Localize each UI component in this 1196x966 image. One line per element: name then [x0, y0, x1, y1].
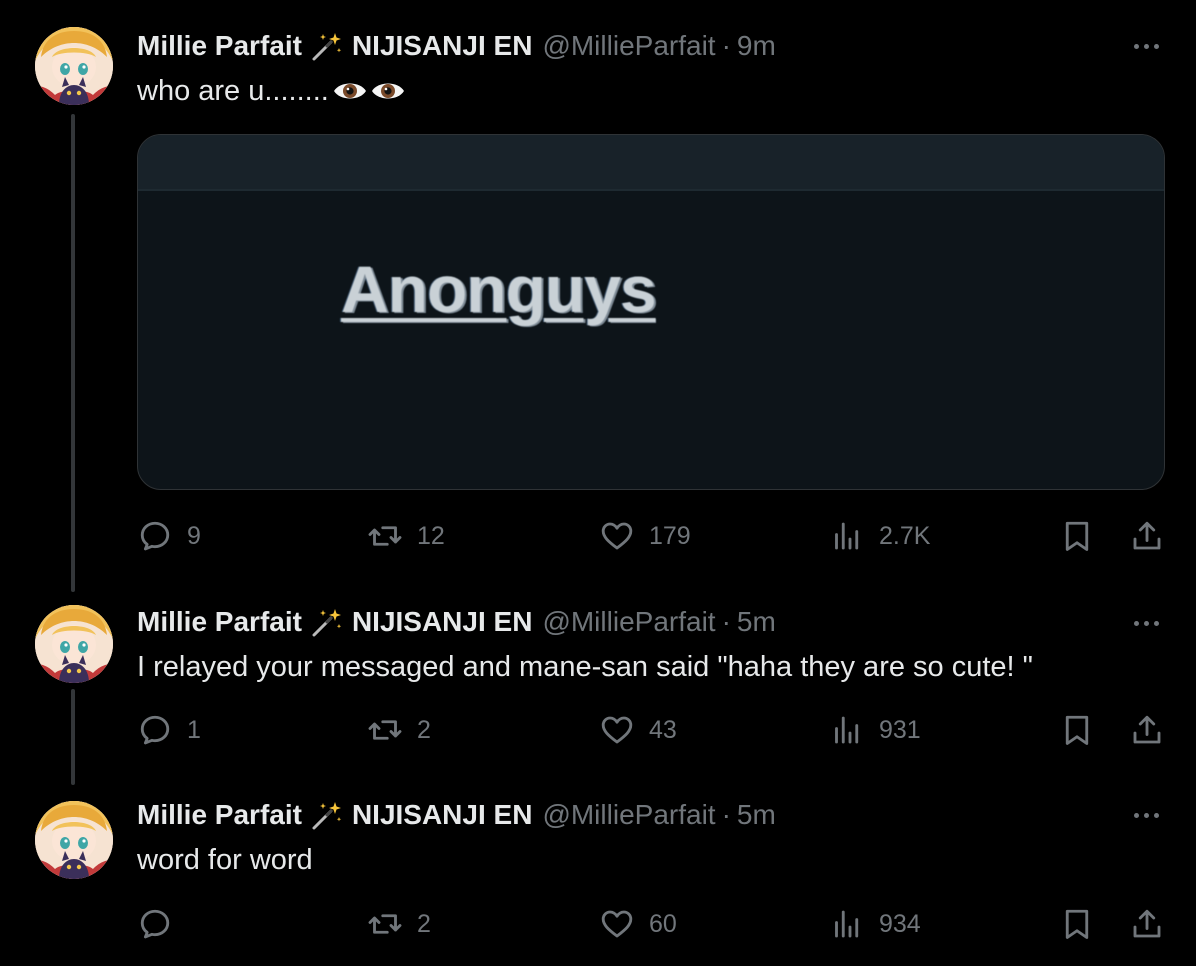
- media-divider: [138, 189, 1164, 191]
- bookmark-icon: [1065, 521, 1089, 551]
- thread-connector-line: [71, 689, 75, 785]
- reply-count: 9: [187, 521, 201, 550]
- retweet-button[interactable]: 12: [367, 516, 445, 556]
- retweet-icon: [368, 720, 402, 740]
- timestamp[interactable]: 5m: [737, 604, 776, 640]
- share-icon: [1133, 909, 1161, 938]
- like-button[interactable]: 43: [599, 710, 677, 750]
- like-button[interactable]: 179: [599, 516, 691, 556]
- display-name[interactable]: Millie Parfait: [137, 797, 302, 833]
- tweet[interactable]: Millie Parfait NIJISANJI EN @MillieParfa…: [0, 774, 1196, 966]
- magic-wand-icon: [310, 606, 344, 638]
- reply-button[interactable]: 1: [137, 710, 201, 750]
- tweet[interactable]: Millie Parfait NIJISANJI EN @MillieParfa…: [0, 578, 1196, 785]
- retweet-button[interactable]: 2: [367, 710, 431, 750]
- media-image[interactable]: Anonguys: [137, 134, 1165, 490]
- tweet-text: who are u........: [137, 73, 405, 109]
- like-button[interactable]: 60: [599, 904, 677, 944]
- tweet-text: I relayed your messaged and mane-san sai…: [137, 651, 1033, 683]
- bookmark-icon: [1065, 909, 1089, 939]
- avatar[interactable]: [35, 27, 113, 105]
- reply-button[interactable]: 9: [137, 516, 201, 556]
- tweet-text: word for word: [137, 844, 313, 876]
- tweet-text-content: who are u........: [137, 75, 329, 107]
- media-header-bar: [138, 135, 1164, 189]
- bookmark-icon: [1065, 715, 1089, 745]
- share-button[interactable]: [1129, 516, 1165, 556]
- heart-icon: [601, 716, 633, 744]
- views-button[interactable]: 2.7K: [829, 516, 930, 556]
- share-button[interactable]: [1129, 710, 1165, 750]
- timestamp[interactable]: 9m: [737, 28, 776, 64]
- like-count: 43: [649, 715, 677, 744]
- eye-icon: [371, 83, 404, 99]
- share-icon: [1133, 521, 1161, 550]
- retweet-count: 2: [417, 909, 431, 938]
- action-bar: 9 12 179 2.7K: [137, 516, 1167, 556]
- more-icon[interactable]: [1128, 36, 1164, 56]
- views-icon: [835, 716, 859, 744]
- user-handle[interactable]: @MillieParfait: [542, 28, 715, 64]
- bookmark-button[interactable]: [1059, 904, 1095, 944]
- more-icon[interactable]: [1128, 805, 1164, 825]
- display-name[interactable]: Millie Parfait: [137, 604, 302, 640]
- heart-icon: [601, 910, 633, 938]
- view-count: 931: [879, 715, 921, 744]
- affiliation-label: NIJISANJI EN: [351, 606, 533, 637]
- avatar[interactable]: [35, 801, 113, 879]
- eye-icon: [333, 83, 366, 99]
- affiliation-label: NIJISANJI EN: [351, 30, 533, 61]
- thread-connector-line: [71, 114, 75, 592]
- views-button[interactable]: 931: [829, 710, 921, 750]
- eyes-emoji: [333, 79, 405, 103]
- reply-icon: [140, 521, 170, 551]
- tweet[interactable]: Millie Parfait NIJISANJI EN @MillieParfa…: [0, 0, 1196, 592]
- action-bar: 2 60 934: [137, 904, 1167, 944]
- tweet-header: Millie Parfait NIJISANJI EN @MillieParfa…: [137, 797, 776, 833]
- separator-dot: ·: [721, 606, 731, 637]
- reply-count: 1: [187, 715, 201, 744]
- reply-icon: [140, 909, 170, 939]
- bookmark-button[interactable]: [1059, 710, 1095, 750]
- view-count: 934: [879, 909, 921, 938]
- user-handle[interactable]: @MillieParfait: [542, 797, 715, 833]
- media-image-text: Anonguys: [341, 252, 657, 326]
- user-handle[interactable]: @MillieParfait: [542, 604, 715, 640]
- share-button[interactable]: [1129, 904, 1165, 944]
- like-count: 60: [649, 909, 677, 938]
- retweet-count: 12: [417, 521, 445, 550]
- view-count: 2.7K: [879, 521, 931, 550]
- reply-icon: [140, 715, 170, 745]
- display-name[interactable]: Millie Parfait: [137, 28, 302, 64]
- views-button[interactable]: 934: [829, 904, 921, 944]
- views-icon: [835, 522, 859, 550]
- bookmark-button[interactable]: [1059, 516, 1095, 556]
- retweet-icon: [368, 526, 402, 546]
- separator-dot: ·: [721, 799, 731, 830]
- tweet-thread: Millie Parfait NIJISANJI EN @MillieParfa…: [0, 0, 1196, 966]
- affiliation-label: NIJISANJI EN: [351, 799, 533, 830]
- like-count: 179: [649, 521, 691, 550]
- magic-wand-icon: [310, 799, 344, 831]
- retweet-button[interactable]: 2: [367, 904, 431, 944]
- tweet-header: Millie Parfait NIJISANJI EN @MillieParfa…: [137, 28, 776, 64]
- share-icon: [1133, 715, 1161, 744]
- timestamp[interactable]: 5m: [737, 797, 776, 833]
- views-icon: [835, 910, 859, 938]
- retweet-count: 2: [417, 715, 431, 744]
- retweet-icon: [368, 914, 402, 934]
- reply-button[interactable]: [137, 904, 187, 944]
- separator-dot: ·: [721, 30, 731, 61]
- more-icon[interactable]: [1128, 613, 1164, 633]
- action-bar: 1 2 43 931: [137, 710, 1167, 750]
- tweet-header: Millie Parfait NIJISANJI EN @MillieParfa…: [137, 604, 776, 640]
- heart-icon: [601, 522, 633, 550]
- magic-wand-icon: [310, 30, 344, 62]
- avatar[interactable]: [35, 605, 113, 683]
